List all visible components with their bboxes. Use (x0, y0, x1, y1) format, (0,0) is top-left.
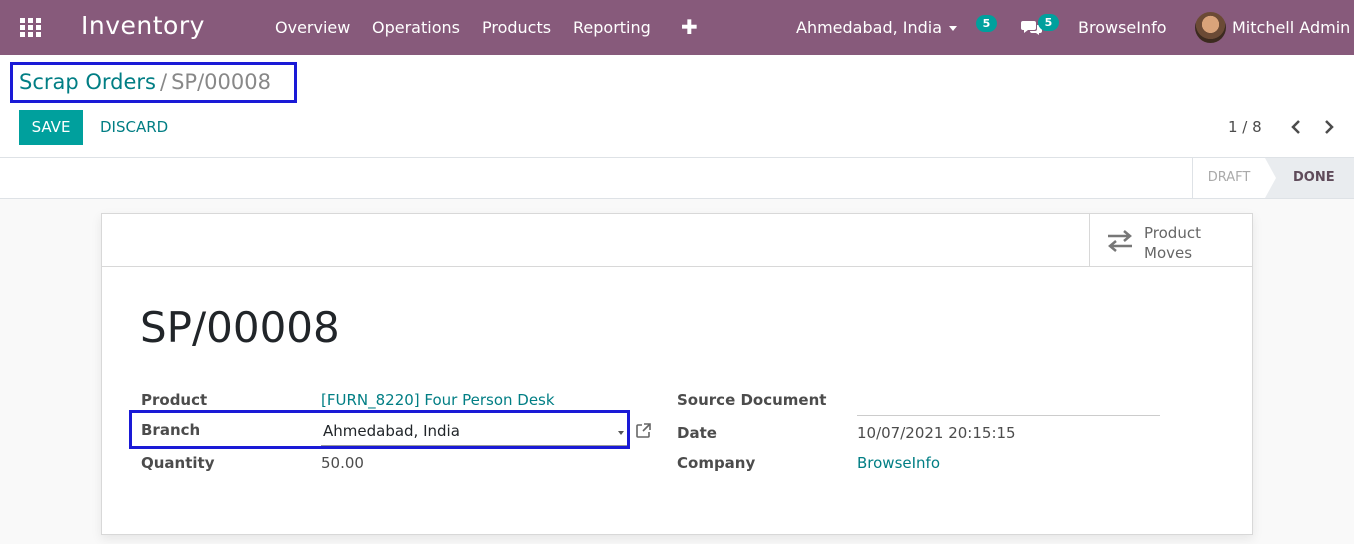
activity-badge[interactable]: 5 (976, 15, 997, 32)
top-navbar: Inventory Overview Operations Products R… (0, 0, 1354, 55)
plus-icon[interactable]: ✚ (681, 15, 698, 39)
branch-label: Branch (141, 421, 201, 439)
company-switcher[interactable]: BrowseInfo (1078, 18, 1167, 37)
product-moves-label: Product Moves (1144, 224, 1201, 262)
user-avatar[interactable] (1195, 12, 1226, 43)
product-value[interactable]: [FURN_8220] Four Person Desk (321, 391, 555, 409)
date-label: Date (677, 424, 717, 442)
caret-down-icon (949, 26, 958, 31)
product-moves-button[interactable]: Product Moves (1089, 214, 1252, 267)
pager-value[interactable]: 1 / 8 (1228, 118, 1262, 136)
exchange-arrows-icon (1108, 230, 1132, 252)
branch-switcher[interactable]: Ahmedabad, India (796, 18, 958, 37)
apps-menu-icon[interactable] (20, 18, 41, 37)
company-label: Company (677, 454, 756, 472)
source-document-label: Source Document (677, 391, 827, 409)
quantity-label: Quantity (141, 454, 215, 472)
discard-button[interactable]: DISCARD (100, 118, 168, 136)
menu-operations[interactable]: Operations (372, 18, 460, 37)
app-name[interactable]: Inventory (81, 11, 205, 40)
breadcrumb: Scrap Orders / SP/00008 (19, 70, 271, 94)
pager-next-icon[interactable] (1320, 117, 1338, 137)
date-value[interactable]: 10/07/2021 20:15:15 (857, 424, 1016, 442)
breadcrumb-current: SP/00008 (171, 70, 271, 94)
product-label: Product (141, 391, 208, 409)
menu-products[interactable]: Products (482, 18, 551, 37)
form-sheet: Product Moves (101, 213, 1253, 535)
save-button[interactable]: SAVE (19, 110, 83, 145)
branch-select-value: Ahmedabad, India (323, 422, 460, 440)
record-title: SP/00008 (140, 303, 340, 352)
status-bar: DRAFT DONE (0, 157, 1354, 199)
company-value[interactable]: BrowseInfo (857, 454, 940, 472)
menu-reporting[interactable]: Reporting (573, 18, 651, 37)
source-document-input[interactable] (857, 394, 1160, 416)
status-done[interactable]: DONE (1265, 158, 1354, 198)
branch-select[interactable]: Ahmedabad, India (321, 419, 627, 446)
smart-button-box: Product Moves (102, 214, 1252, 267)
message-badge[interactable]: 5 (1038, 14, 1059, 31)
user-menu[interactable]: Mitchell Admin (1232, 18, 1350, 37)
breadcrumb-scrap-orders[interactable]: Scrap Orders (19, 70, 156, 94)
menu-overview[interactable]: Overview (275, 18, 350, 37)
breadcrumb-separator: / (160, 70, 168, 94)
branch-switcher-label: Ahmedabad, India (796, 18, 943, 37)
quantity-value[interactable]: 50.00 (321, 454, 364, 472)
pager-previous-icon[interactable] (1287, 117, 1305, 137)
caret-down-icon (618, 431, 624, 435)
status-draft[interactable]: DRAFT (1192, 158, 1265, 198)
external-link-icon[interactable] (635, 422, 652, 439)
